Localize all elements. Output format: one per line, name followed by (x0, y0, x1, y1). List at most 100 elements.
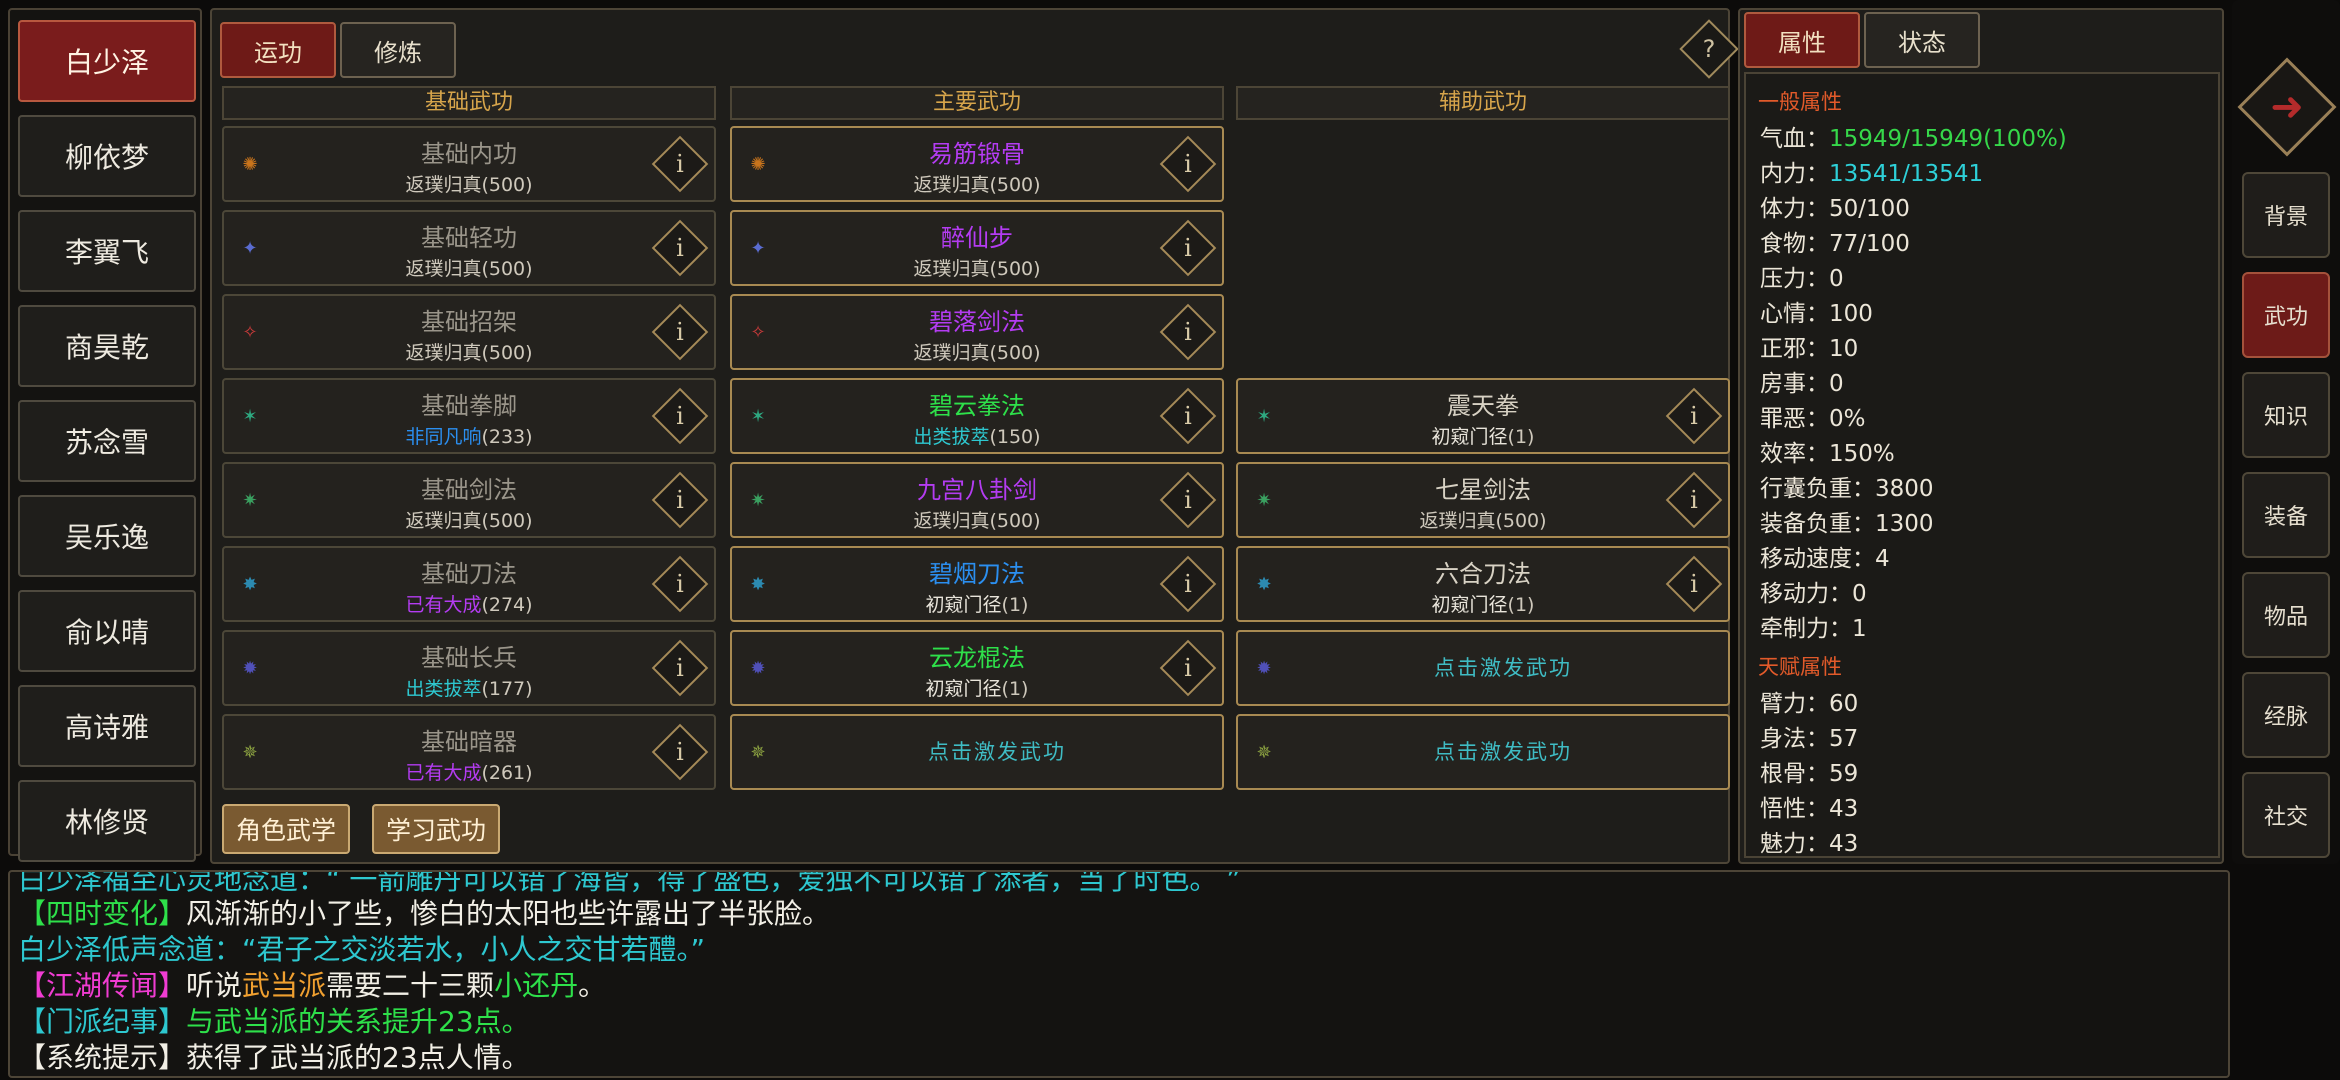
attribute-row: 臂力：60 (1756, 687, 2208, 722)
attribute-value: 77/100 (1829, 231, 1910, 257)
activate-skill-slot[interactable]: ✵ 点击激发武功 (730, 714, 1224, 790)
skill-type-icon: ✺ (750, 153, 766, 175)
nav-meridians[interactable]: 经脉 (2242, 672, 2330, 758)
skill-name: 碧烟刀法 (929, 560, 1025, 588)
info-icon[interactable]: i (651, 219, 709, 277)
skill-slot[interactable]: ✦ 醉仙步 返璞归真(500) i (730, 210, 1224, 286)
nav-equipment[interactable]: 装备 (2242, 472, 2330, 558)
info-icon[interactable]: i (1159, 555, 1217, 613)
nav-social[interactable]: 社交 (2242, 772, 2330, 858)
skill-slot[interactable]: ✧ 碧落剑法 返璞归真(500) i (730, 294, 1224, 370)
info-icon[interactable]: i (1665, 471, 1723, 529)
character-tab[interactable]: 俞以晴 (18, 590, 196, 672)
info-icon[interactable]: i (1159, 303, 1217, 361)
character-tab[interactable]: 李翼飞 (18, 210, 196, 292)
attribute-value: 13541/13541 (1829, 161, 1984, 187)
info-icon[interactable]: i (651, 471, 709, 529)
info-icon[interactable]: i (1159, 135, 1217, 193)
attribute-value: 0 (1829, 266, 1844, 292)
skill-level-name: 初窥门径 (925, 678, 1002, 700)
character-tab[interactable]: 白少泽 (18, 20, 196, 102)
info-icon[interactable]: i (651, 387, 709, 445)
skill-slot[interactable]: ✸ 碧烟刀法 初窥门径(1) i (730, 546, 1224, 622)
info-glyph: i (676, 150, 684, 178)
skill-slot[interactable]: ✺ 易筋锻骨 返璞归真(500) i (730, 126, 1224, 202)
skill-level-value: (500) (989, 342, 1041, 364)
skill-level: 出类拔萃(177) (284, 674, 654, 701)
skill-level-name: 返璞归真 (913, 342, 990, 364)
attribute-label: 气血： (1760, 126, 1829, 152)
skill-slot[interactable]: ✧ 基础招架 返璞归真(500) i (222, 294, 716, 370)
tab-attributes[interactable]: 属性 (1744, 12, 1860, 68)
skill-slot[interactable]: ✷ 九宫八卦剑 返璞归真(500) i (730, 462, 1224, 538)
info-icon[interactable]: i (651, 555, 709, 613)
tab-cultivate[interactable]: 修炼 (340, 22, 456, 78)
skill-slot[interactable]: ✸ 基础刀法 已有大成(274) i (222, 546, 716, 622)
skill-type-icon: ✷ (750, 489, 766, 511)
attribute-value: 0 (1852, 581, 1867, 607)
activate-skill-slot[interactable]: ✹ 点击激发武功 (1236, 630, 1730, 706)
log-item: 小还丹 (494, 969, 579, 1002)
tab-status[interactable]: 状态 (1864, 12, 1980, 68)
attribute-row: 心情：100 (1756, 297, 2208, 332)
skill-slot[interactable]: ✸ 六合刀法 初窥门径(1) i (1236, 546, 1730, 622)
info-icon[interactable]: i (1665, 387, 1723, 445)
general-attributes: 气血：15949/15949(100%) 内力：13541/13541 体力：50/… (1756, 122, 2208, 647)
info-glyph: i (1184, 654, 1192, 682)
skill-type-icon: ✶ (750, 405, 766, 427)
nav-background[interactable]: 背景 (2242, 172, 2330, 258)
log-line: 【四时变化】风渐渐的小了些，惨白的太阳也些许露出了半张脸。 (18, 892, 830, 932)
skill-name: 基础长兵 (421, 644, 517, 672)
info-icon[interactable]: i (651, 135, 709, 193)
character-tab[interactable]: 吴乐逸 (18, 495, 196, 577)
skill-slot[interactable]: ✷ 基础剑法 返璞归真(500) i (222, 462, 716, 538)
help-icon[interactable]: ? (1679, 19, 1739, 79)
back-arrow-icon[interactable]: ➜ (2237, 57, 2337, 157)
info-icon[interactable]: i (1159, 471, 1217, 529)
nav-martial-arts[interactable]: 武功 (2242, 272, 2330, 358)
character-tab[interactable]: 柳依梦 (18, 115, 196, 197)
nav-knowledge[interactable]: 知识 (2242, 372, 2330, 458)
info-icon[interactable]: i (1665, 555, 1723, 613)
attribute-row: 根骨：59 (1756, 757, 2208, 792)
skill-level: 返璞归真(500) (284, 506, 654, 533)
nav-items[interactable]: 物品 (2242, 572, 2330, 658)
activate-skill-slot[interactable]: ✵ 点击激发武功 (1236, 714, 1730, 790)
attribute-row: 移动力：0 (1756, 577, 2208, 612)
skill-slot[interactable]: ✷ 七星剑法 返璞归真(500) i (1236, 462, 1730, 538)
info-icon[interactable]: i (651, 723, 709, 781)
message-log[interactable]: 白少泽福至心灵地念道：“ 一箭雕丹可以错了海皆，得了盛色，爱独不可以错了添者，当… (8, 870, 2230, 1078)
skill-slot[interactable]: ✺ 基础内功 返璞归真(500) i (222, 126, 716, 202)
info-icon[interactable]: i (1159, 219, 1217, 277)
skill-level-value: (274) (481, 594, 533, 616)
character-tab[interactable]: 苏念雪 (18, 400, 196, 482)
info-icon[interactable]: i (1159, 387, 1217, 445)
info-icon[interactable]: i (651, 639, 709, 697)
info-glyph: i (1184, 570, 1192, 598)
info-icon[interactable]: i (651, 303, 709, 361)
learn-skills-button[interactable]: 学习武功 (372, 804, 500, 854)
info-icon[interactable]: i (1159, 639, 1217, 697)
skill-type-icon: ✦ (242, 237, 258, 259)
skill-slot[interactable]: ✶ 震天拳 初窥门径(1) i (1236, 378, 1730, 454)
attribute-row: 效率：150% (1756, 437, 2208, 472)
skill-slot[interactable]: ✹ 云龙棍法 初窥门径(1) i (730, 630, 1224, 706)
attribute-value: 100 (1829, 301, 1873, 327)
skill-slot[interactable]: ✶ 基础拳脚 非同凡响(233) i (222, 378, 716, 454)
skill-slot[interactable]: ✵ 基础暗器 已有大成(261) i (222, 714, 716, 790)
tab-practice[interactable]: 运功 (220, 22, 336, 78)
attribute-list[interactable]: 一般属性 气血：15949/15949(100%) 内力：13541/13541 体… (1744, 72, 2220, 858)
character-tab[interactable]: 商昊乾 (18, 305, 196, 387)
character-tab[interactable]: 林修贤 (18, 780, 196, 862)
skill-slot[interactable]: ✦ 基础轻功 返璞归真(500) i (222, 210, 716, 286)
activate-skill-label: 点击激发武功 (928, 740, 1066, 764)
skill-slot[interactable]: ✶ 碧云拳法 出类拔萃(150) i (730, 378, 1224, 454)
attribute-row: 身法：57 (1756, 722, 2208, 757)
character-tab[interactable]: 高诗雅 (18, 685, 196, 767)
info-glyph: i (676, 234, 684, 262)
skill-slot[interactable]: ✹ 基础长兵 出类拔萃(177) i (222, 630, 716, 706)
skill-level-value: (500) (989, 258, 1041, 280)
role-skills-button[interactable]: 角色武学 (222, 804, 350, 854)
right-navigation: ➜ 背景 武功 知识 装备 物品 经脉 社交 (2232, 0, 2340, 864)
skill-level-value: (500) (989, 510, 1041, 532)
